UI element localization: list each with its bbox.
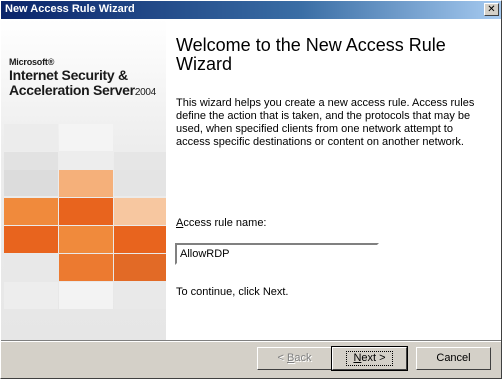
tile-decoration — [114, 170, 166, 196]
tile-decoration — [4, 226, 58, 253]
tile-decoration — [59, 254, 113, 281]
window-title: New Access Rule Wizard — [5, 3, 135, 15]
close-icon[interactable]: ✕ — [484, 3, 499, 16]
rule-name-input[interactable] — [175, 243, 379, 265]
branding-panel: Microsoft® Internet Security & Accelerat… — [1, 19, 166, 340]
product-name-line2-text: Acceleration Server — [9, 82, 135, 98]
tile-decoration — [4, 282, 58, 309]
product-year: 2004 — [134, 87, 156, 98]
microsoft-label: Microsoft® — [9, 57, 55, 67]
product-name-line2: Acceleration Server2004 — [9, 83, 156, 100]
next-button-focus: Next > — [346, 351, 393, 366]
tile-decoration — [114, 282, 166, 309]
tile-decoration — [59, 226, 113, 253]
button-divider — [1, 340, 501, 342]
back-button-prefix: < — [277, 352, 287, 364]
tile-decoration — [59, 198, 113, 225]
wizard-heading: Welcome to the New Access Rule Wizard — [176, 35, 446, 74]
tile-decoration — [114, 198, 166, 225]
tile-decoration — [4, 170, 58, 196]
next-button-label: ext > — [361, 352, 386, 364]
wizard-description: This wizard helps you create a new acces… — [176, 97, 475, 148]
tile-decoration — [59, 170, 113, 197]
tile-decoration — [59, 124, 113, 151]
next-button[interactable]: Next > — [331, 346, 408, 371]
wizard-window: New Access Rule Wizard ✕ Microsoft® Inte… — [0, 0, 502, 379]
wizard-content: Microsoft® Internet Security & Accelerat… — [1, 19, 501, 340]
rule-name-label: Access rule name: — [176, 217, 267, 229]
back-button-label: ack — [294, 352, 312, 364]
tile-decoration — [4, 254, 58, 281]
title-bar[interactable]: New Access Rule Wizard ✕ — [1, 1, 501, 19]
cancel-button[interactable]: Cancel — [416, 347, 491, 370]
rule-name-label-text: ccess rule name: — [183, 217, 267, 229]
tile-decoration — [4, 124, 58, 151]
tile-decoration — [114, 254, 166, 281]
back-button[interactable]: < Back — [257, 347, 332, 370]
continue-instruction: To continue, click Next. — [176, 286, 289, 298]
tile-decoration — [59, 282, 113, 309]
product-name-line1: Internet Security & — [9, 67, 128, 83]
tile-decoration — [114, 226, 166, 253]
tile-decoration — [4, 198, 58, 225]
product-logo: Microsoft® Internet Security & Accelerat… — [9, 57, 156, 100]
